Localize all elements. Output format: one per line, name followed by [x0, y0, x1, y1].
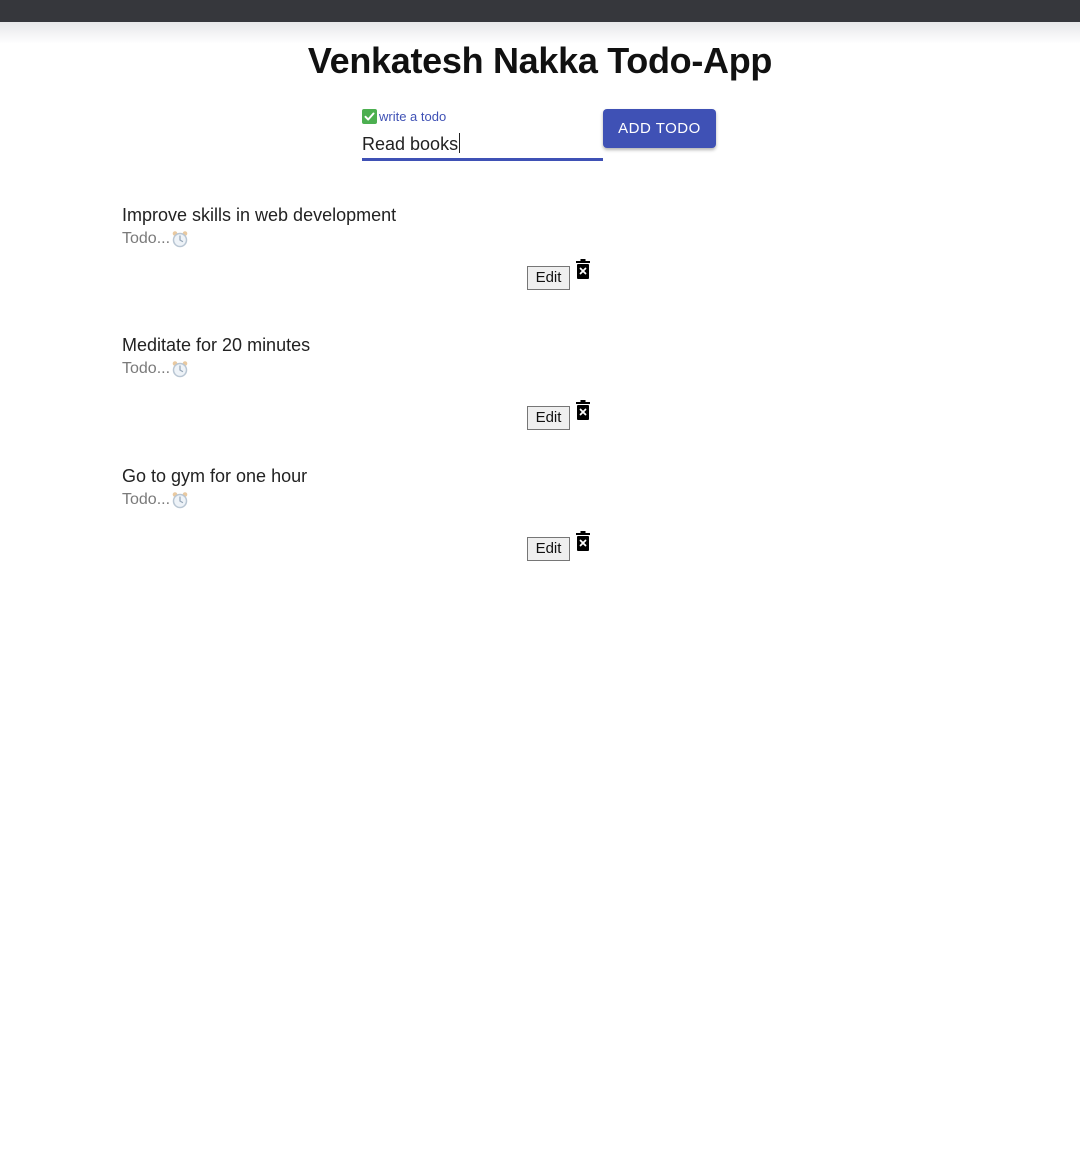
edit-button[interactable]: Edit — [527, 537, 570, 561]
todo-input-label: write a todo — [362, 109, 446, 124]
todo-status: Todo... — [122, 230, 189, 248]
todo-status-text: Todo... — [122, 491, 171, 508]
todo-item: Meditate for 20 minutes Todo... Edit — [122, 335, 922, 455]
alarm-clock-icon — [171, 360, 189, 378]
alarm-clock-icon — [171, 491, 189, 509]
edit-button[interactable]: Edit — [527, 406, 570, 430]
todo-input-label-text: write a todo — [379, 109, 447, 124]
trash-icon[interactable] — [575, 259, 591, 279]
todo-input[interactable]: Read books — [362, 133, 461, 155]
todo-title: Meditate for 20 minutes — [122, 335, 311, 355]
alarm-clock-icon — [171, 230, 189, 248]
trash-icon[interactable] — [575, 531, 591, 551]
trash-icon[interactable] — [575, 400, 591, 420]
edit-button[interactable]: Edit — [527, 266, 570, 290]
todo-status-text: Todo... — [122, 360, 171, 377]
todo-input-underline — [362, 158, 603, 161]
text-caret — [459, 133, 461, 153]
todo-item: Go to gym for one hour Todo... Edit — [122, 466, 922, 586]
check-mark-icon — [362, 109, 377, 124]
todo-title: Go to gym for one hour — [122, 466, 308, 486]
page-title: Venkatesh Nakka Todo-App — [307, 40, 773, 81]
todo-status: Todo... — [122, 491, 189, 509]
todo-title: Improve skills in web development — [122, 205, 397, 225]
todo-item: Improve skills in web development Todo..… — [122, 205, 922, 325]
todo-input-value: Read books — [362, 134, 459, 154]
todo-status-text: Todo... — [122, 230, 171, 247]
todo-input-field[interactable]: write a todo Read books — [362, 106, 603, 162]
todo-status: Todo... — [122, 360, 189, 378]
browser-top-bar — [0, 0, 1080, 22]
add-todo-button[interactable]: ADD TODO — [603, 109, 716, 148]
